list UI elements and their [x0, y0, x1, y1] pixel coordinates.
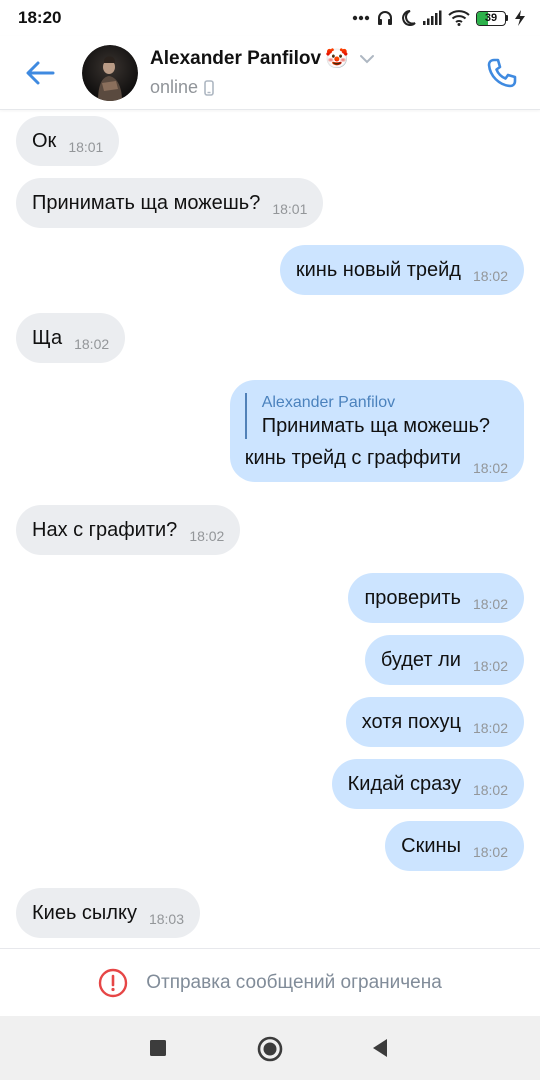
message-text: кинь трейд с граффити — [244, 447, 461, 469]
presence-status: online — [150, 77, 199, 97]
message-text: Киеь сылку — [32, 902, 137, 924]
moon-icon — [400, 9, 416, 27]
status-bar: 18:20 39 — [0, 0, 540, 36]
contact-info[interactable]: Alexander Panfilov 🤡 online — [150, 47, 375, 98]
back-button[interactable] — [20, 53, 60, 93]
reply-quote[interactable]: Alexander Panfilov Принимать ща можешь? — [244, 393, 508, 439]
message-time: 18:02 — [189, 528, 225, 544]
message-time: 18:02 — [472, 844, 508, 860]
message-time: 18:02 — [472, 596, 508, 612]
circle-icon — [257, 1036, 283, 1062]
recents-button[interactable] — [146, 1036, 170, 1060]
wifi-icon — [448, 10, 470, 26]
restriction-text: Отправка сообщений ограничена — [146, 971, 442, 993]
system-navigation-bar — [0, 1016, 540, 1080]
message-text: Нах с графити? — [32, 519, 178, 541]
message-bubble[interactable]: кинь новый трейд 18:02 — [279, 245, 524, 295]
back-nav-button[interactable] — [368, 1036, 392, 1060]
mobile-phone-icon — [204, 79, 214, 96]
message-bubble[interactable]: Кидай сразу 18:02 — [331, 759, 524, 809]
message-text: Кидай сразу — [347, 773, 461, 795]
status-time: 18:20 — [18, 8, 62, 27]
message-text: будет ли — [380, 649, 461, 671]
message-time: 18:02 — [74, 336, 110, 352]
chat-header: Alexander Panfilov 🤡 online — [0, 36, 540, 110]
message-bubble[interactable]: проверить 18:02 — [348, 573, 524, 623]
message-bubble[interactable]: Ок 18:01 — [16, 116, 120, 166]
message-time: 18:02 — [472, 782, 508, 798]
chevron-down-icon — [359, 55, 374, 64]
message-list[interactable]: Ок 18:01 Принимать ща можешь? 18:01 кинь… — [0, 110, 540, 948]
message-time: 18:01 — [272, 201, 308, 217]
battery-level: 39 — [484, 11, 498, 24]
messaging-restricted-bar: Отправка сообщений ограничена — [0, 948, 540, 1016]
clown-emoji: 🤡 — [325, 49, 349, 70]
message-time: 18:02 — [472, 460, 508, 476]
message-time: 18:02 — [472, 658, 508, 674]
message-time: 18:02 — [472, 268, 508, 284]
quote-text: Принимать ща можешь? — [261, 415, 491, 437]
square-icon — [150, 1040, 166, 1056]
alert-circle-icon — [99, 968, 128, 997]
call-button[interactable] — [482, 53, 522, 93]
triangle-back-icon — [373, 1039, 387, 1057]
contact-name: Alexander Panfilov — [150, 48, 322, 69]
message-text: кинь новый трейд — [295, 259, 461, 281]
signal-icon — [422, 10, 442, 26]
message-bubble[interactable]: Ща 18:02 — [16, 313, 126, 363]
message-bubble[interactable]: Скины 18:02 — [385, 821, 524, 871]
avatar[interactable] — [82, 44, 138, 101]
message-text: проверить — [364, 587, 461, 609]
message-text: Ща — [32, 327, 63, 349]
message-bubble[interactable]: Нах с графити? 18:02 — [16, 505, 241, 555]
message-time: 18:03 — [148, 911, 184, 927]
message-text: Ок — [32, 130, 57, 152]
dots-icon — [352, 15, 370, 21]
charging-icon — [514, 9, 526, 27]
message-bubble[interactable]: Киеь сылку 18:03 — [16, 888, 200, 938]
status-icons: 39 — [352, 9, 526, 27]
arrow-left-icon — [26, 61, 55, 84]
message-time: 18:02 — [472, 720, 508, 736]
message-text: хотя похуц — [361, 711, 461, 733]
home-button[interactable] — [255, 1034, 285, 1064]
phone-icon — [487, 58, 517, 88]
message-text: Принимать ща можешь? — [32, 192, 261, 214]
quote-author: Alexander Panfilov — [261, 394, 396, 411]
headphones-icon — [376, 9, 394, 27]
message-bubble[interactable]: будет ли 18:02 — [364, 635, 524, 685]
message-time: 18:01 — [68, 139, 104, 155]
message-bubble[interactable]: Принимать ща можешь? 18:01 — [16, 178, 324, 228]
message-text: Скины — [401, 835, 461, 857]
message-bubble[interactable]: хотя похуц 18:02 — [345, 697, 524, 747]
reply-message-bubble[interactable]: Alexander Panfilov Принимать ща можешь? … — [229, 380, 524, 482]
battery-icon: 39 — [476, 10, 508, 26]
